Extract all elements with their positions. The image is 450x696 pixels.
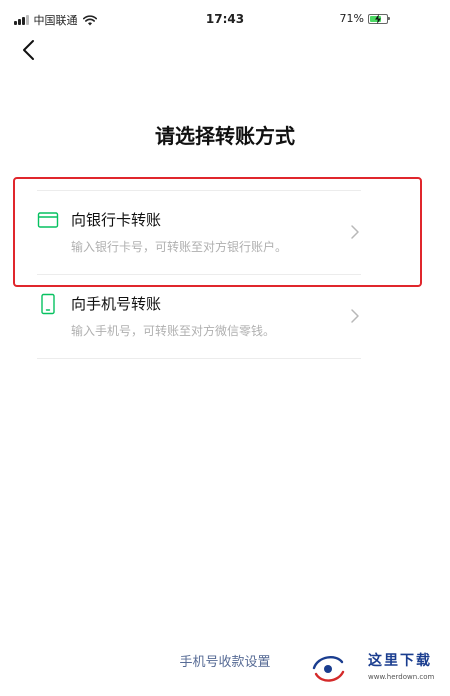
watermark: 这里下载 www.herdown.com bbox=[310, 648, 440, 688]
option-phone-transfer[interactable]: 向手机号转账 输入手机号，可转账至对方微信零钱。 bbox=[37, 274, 361, 359]
page-title: 请选择转账方式 bbox=[155, 124, 295, 148]
status-bar: 中国联通 17:43 71% bbox=[0, 0, 450, 40]
watermark-url: www.herdown.com bbox=[368, 673, 435, 681]
back-chevron-icon[interactable] bbox=[18, 38, 42, 62]
battery-percent: 71% bbox=[339, 12, 364, 25]
status-right: 71% bbox=[339, 12, 390, 25]
carrier-name: 中国联通 bbox=[33, 14, 78, 27]
battery-icon bbox=[368, 13, 390, 24]
watermark-text: 这里下载 bbox=[368, 653, 432, 669]
option-title: 向手机号转账 bbox=[71, 295, 162, 313]
charging-bolt-icon bbox=[375, 13, 381, 24]
option-bank-card-transfer[interactable]: 向银行卡转账 输入银行卡号，可转账至对方银行账户。 bbox=[37, 190, 361, 274]
option-title: 向银行卡转账 bbox=[71, 211, 162, 229]
status-left: 中国联通 bbox=[14, 12, 97, 28]
option-description: 输入手机号，可转账至对方微信零钱。 bbox=[71, 324, 276, 338]
chevron-right-icon bbox=[351, 225, 359, 239]
bank-card-icon bbox=[37, 212, 59, 228]
watermark-logo-icon bbox=[312, 656, 345, 682]
transfer-options-list: 向银行卡转账 输入银行卡号，可转账至对方银行账户。 向手机号转账 输入手机号，可… bbox=[37, 190, 361, 359]
chevron-right-icon bbox=[351, 309, 359, 323]
phone-icon bbox=[41, 293, 55, 315]
wifi-icon bbox=[82, 14, 97, 25]
option-description: 输入银行卡号，可转账至对方银行账户。 bbox=[71, 240, 288, 254]
cellular-signal-icon bbox=[14, 15, 29, 25]
